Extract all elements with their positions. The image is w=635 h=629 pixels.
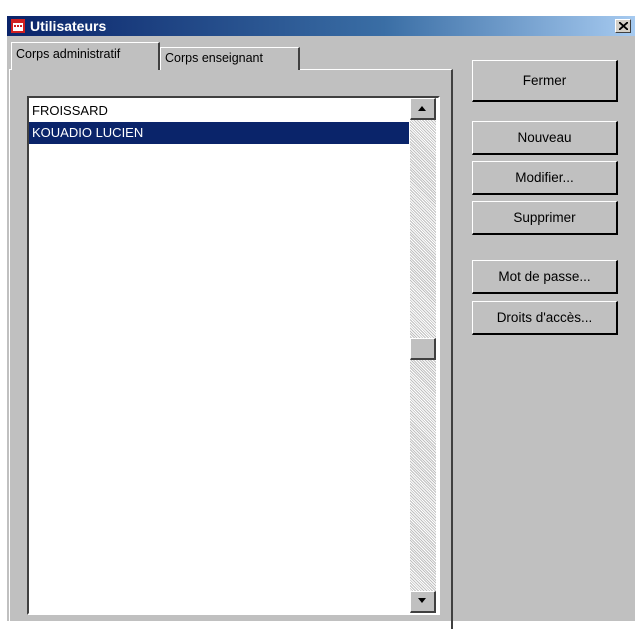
app-icon [11, 19, 25, 33]
access-rights-button[interactable]: Droits d'accès... [472, 301, 618, 335]
arrow-up-icon [418, 106, 426, 111]
scroll-up-button[interactable] [410, 98, 436, 120]
scroll-thumb[interactable] [410, 338, 436, 360]
users-window: Utilisateurs Corps administratif Corps e… [7, 16, 635, 629]
tab-corps-administratif[interactable]: Corps administratif [11, 42, 160, 70]
list-item-selected[interactable]: KOUADIO LUCIEN [29, 122, 409, 144]
delete-user-button[interactable]: Supprimer [472, 201, 618, 235]
close-icon [619, 22, 628, 30]
edit-user-button[interactable]: Modifier... [472, 161, 618, 195]
arrow-down-icon [418, 598, 426, 603]
new-user-button[interactable]: Nouveau [472, 121, 618, 155]
vertical-scrollbar[interactable] [410, 98, 436, 613]
close-dialog-button[interactable]: Fermer [472, 60, 618, 102]
users-listbox[interactable]: FROISSARD KOUADIO LUCIEN [27, 96, 440, 615]
list-item[interactable]: FROISSARD [29, 100, 409, 122]
tab-corps-enseignant[interactable]: Corps enseignant [160, 47, 300, 70]
close-button[interactable] [615, 19, 631, 33]
window-title: Utilisateurs [30, 18, 107, 34]
password-button[interactable]: Mot de passe... [472, 260, 618, 294]
scroll-down-button[interactable] [410, 591, 436, 613]
title-bar[interactable]: Utilisateurs [7, 16, 635, 36]
